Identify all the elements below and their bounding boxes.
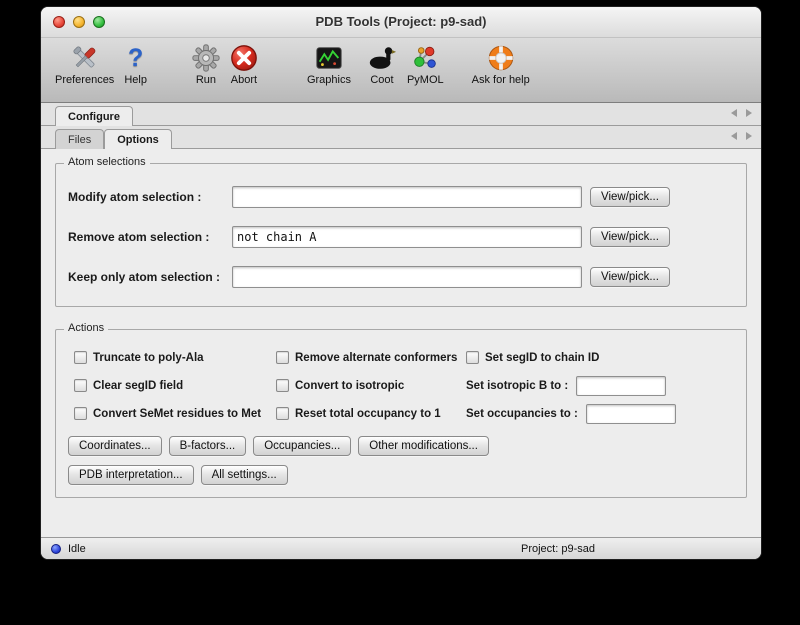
main-tab-bar: Configure bbox=[41, 103, 761, 126]
status-text: Idle bbox=[68, 543, 86, 555]
graphics-icon bbox=[314, 42, 344, 74]
group-title: Actions bbox=[64, 322, 108, 334]
checkbox-clear-segid-field[interactable]: Clear segID field bbox=[74, 376, 276, 395]
field-label: Modify atom selection : bbox=[68, 190, 232, 204]
toolbar-button-help[interactable]: ? Help bbox=[120, 42, 151, 86]
pdb-tools-window: PDB Tools (Project: p9-sad) Preferences bbox=[40, 6, 762, 560]
actions-group: Actions Truncate to poly-Ala Remove alte… bbox=[55, 329, 747, 498]
checkbox-label: Reset total occupancy to 1 bbox=[295, 408, 441, 420]
other-modifications-button[interactable]: Other modifications... bbox=[358, 436, 489, 456]
close-button[interactable] bbox=[53, 16, 65, 28]
checkbox-icon bbox=[74, 379, 87, 392]
project-label: Project: p9-sad bbox=[521, 543, 595, 555]
tab-scroll-left-icon[interactable] bbox=[731, 109, 737, 117]
modify-selection-row: Modify atom selection : View/pick... bbox=[68, 186, 734, 208]
toolbar-label: Preferences bbox=[55, 74, 114, 86]
occupancies-button[interactable]: Occupancies... bbox=[253, 436, 351, 456]
toolbar-label: Ask for help bbox=[472, 74, 530, 86]
b-factors-button[interactable]: B-factors... bbox=[169, 436, 247, 456]
field-label: Set occupancies to : bbox=[466, 408, 578, 420]
checkbox-label: Convert to isotropic bbox=[295, 380, 404, 392]
set-isotropic-b-input[interactable] bbox=[576, 376, 666, 396]
actions-checkbox-grid: Truncate to poly-Ala Remove alternate co… bbox=[68, 348, 734, 423]
gear-icon bbox=[191, 42, 221, 74]
checkbox-label: Clear segID field bbox=[93, 380, 183, 392]
toolbar-button-preferences[interactable]: Preferences bbox=[51, 42, 118, 86]
checkbox-icon bbox=[276, 351, 289, 364]
toolbar-button-pymol[interactable]: PyMOL bbox=[403, 42, 448, 86]
zoom-button[interactable] bbox=[93, 16, 105, 28]
modify-atom-selection-input[interactable] bbox=[232, 186, 582, 208]
tab-scroll-right-icon[interactable] bbox=[746, 132, 752, 140]
tab-scroll-right-icon[interactable] bbox=[746, 109, 752, 117]
set-isotropic-b-field: Set isotropic B to : bbox=[466, 376, 734, 395]
checkbox-icon bbox=[466, 351, 479, 364]
toolbar-label: Graphics bbox=[307, 74, 351, 86]
toolbar: Preferences ? Help Run bbox=[41, 38, 761, 103]
tab-scroll-left-icon[interactable] bbox=[731, 132, 737, 140]
toolbar-label: Help bbox=[124, 74, 147, 86]
minimize-button[interactable] bbox=[73, 16, 85, 28]
group-title: Atom selections bbox=[64, 156, 150, 168]
pymol-icon bbox=[410, 42, 440, 74]
checkbox-icon bbox=[74, 351, 87, 364]
pdb-interpretation-button[interactable]: PDB interpretation... bbox=[68, 465, 194, 485]
lifebuoy-icon bbox=[486, 42, 516, 74]
toolbar-label: Coot bbox=[370, 74, 393, 86]
checkbox-reset-total-occupancy[interactable]: Reset total occupancy to 1 bbox=[276, 404, 466, 423]
remove-atom-selection-input[interactable] bbox=[232, 226, 582, 248]
actions-buttons-row-1: Coordinates... B-factors... Occupancies.… bbox=[68, 436, 734, 456]
checkbox-remove-alternate-conformers[interactable]: Remove alternate conformers bbox=[276, 348, 466, 367]
checkbox-icon bbox=[276, 407, 289, 420]
checkbox-icon bbox=[74, 407, 87, 420]
toolbar-button-graphics[interactable]: Graphics bbox=[303, 42, 355, 86]
toolbar-button-coot[interactable]: Coot bbox=[363, 42, 401, 86]
toolbar-label: PyMOL bbox=[407, 74, 444, 86]
checkbox-label: Set segID to chain ID bbox=[485, 352, 599, 364]
toolbar-button-run[interactable]: Run bbox=[187, 42, 225, 86]
field-label: Remove atom selection : bbox=[68, 230, 232, 244]
sub-tab-bar: Files Options bbox=[41, 126, 761, 149]
tab-files[interactable]: Files bbox=[55, 129, 104, 149]
checkbox-label: Convert SeMet residues to Met bbox=[93, 408, 261, 420]
tools-icon bbox=[70, 42, 100, 74]
checkbox-truncate-poly-ala[interactable]: Truncate to poly-Ala bbox=[74, 348, 276, 367]
set-occupancies-field: Set occupancies to : bbox=[466, 404, 734, 423]
tab-options[interactable]: Options bbox=[104, 129, 172, 149]
checkbox-convert-to-isotropic[interactable]: Convert to isotropic bbox=[276, 376, 466, 395]
atom-selections-group: Atom selections Modify atom selection : … bbox=[55, 163, 747, 307]
coot-bird-icon bbox=[367, 42, 397, 74]
options-panel: Atom selections Modify atom selection : … bbox=[41, 149, 761, 537]
checkbox-convert-semet-to-met[interactable]: Convert SeMet residues to Met bbox=[74, 404, 276, 423]
toolbar-label: Abort bbox=[231, 74, 257, 86]
status-indicator-icon bbox=[51, 544, 61, 554]
checkbox-label: Truncate to poly-Ala bbox=[93, 352, 204, 364]
field-label: Keep only atom selection : bbox=[68, 270, 232, 284]
checkbox-set-segid-to-chain-id[interactable]: Set segID to chain ID bbox=[466, 348, 734, 367]
field-label: Set isotropic B to : bbox=[466, 380, 568, 392]
view-pick-button[interactable]: View/pick... bbox=[590, 187, 670, 207]
all-settings-button[interactable]: All settings... bbox=[201, 465, 288, 485]
set-occupancies-input[interactable] bbox=[586, 404, 676, 424]
toolbar-button-ask-for-help[interactable]: Ask for help bbox=[468, 42, 534, 86]
remove-selection-row: Remove atom selection : View/pick... bbox=[68, 226, 734, 248]
toolbar-button-abort[interactable]: Abort bbox=[225, 42, 263, 86]
abort-icon bbox=[229, 42, 259, 74]
view-pick-button[interactable]: View/pick... bbox=[590, 227, 670, 247]
title-bar: PDB Tools (Project: p9-sad) bbox=[41, 7, 761, 38]
status-bar: Idle Project: p9-sad bbox=[41, 537, 761, 559]
keep-only-selection-row: Keep only atom selection : View/pick... bbox=[68, 266, 734, 288]
checkbox-label: Remove alternate conformers bbox=[295, 352, 457, 364]
toolbar-label: Run bbox=[196, 74, 216, 86]
checkbox-icon bbox=[276, 379, 289, 392]
coordinates-button[interactable]: Coordinates... bbox=[68, 436, 162, 456]
help-icon: ? bbox=[128, 42, 143, 74]
keep-only-atom-selection-input[interactable] bbox=[232, 266, 582, 288]
view-pick-button[interactable]: View/pick... bbox=[590, 267, 670, 287]
tab-configure[interactable]: Configure bbox=[55, 106, 133, 126]
actions-buttons-row-2: PDB interpretation... All settings... bbox=[68, 465, 734, 485]
window-title: PDB Tools (Project: p9-sad) bbox=[41, 7, 761, 37]
